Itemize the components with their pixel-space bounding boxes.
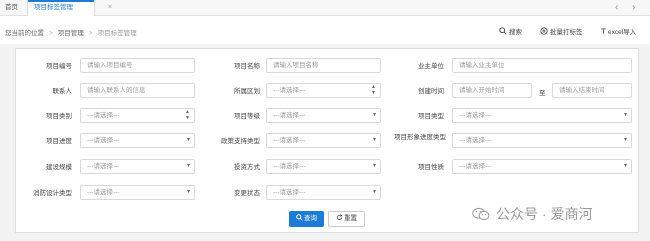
label-nature: 项目性质 (418, 164, 444, 171)
chevron-down-icon: ▾ (623, 137, 627, 143)
batch-tag-button[interactable]: 批量打标签 (540, 26, 583, 36)
tab-label: 项目标签管理 (34, 4, 73, 11)
scale-value: ---请选择--- (87, 163, 120, 170)
label-contact: 联系人 (52, 88, 73, 95)
region-select[interactable]: ---请选择--- ▲ ▼ (266, 83, 381, 98)
tab-bar (0, 0, 650, 16)
search-button-label: 搜索 (509, 29, 522, 36)
label-progress: 项目进度 (46, 138, 72, 145)
search-button[interactable]: 搜索 (499, 26, 522, 36)
tab-next-icon[interactable]: › (632, 2, 635, 14)
active-tab-indicator (28, 0, 94, 2)
reset-button-label: 重置 (344, 215, 357, 222)
scale-select[interactable]: ---请选择--- ▾ (80, 159, 195, 174)
breadcrumb-prefix: 您当前的位置 (5, 30, 44, 37)
tab-prev-icon[interactable]: ‹ (615, 2, 618, 14)
add-circle-icon (540, 27, 548, 35)
date-range-separator: 至 (539, 90, 546, 97)
level-value: ---请选择--- (273, 112, 306, 119)
nature-select[interactable]: ---请选择--- ▾ (452, 159, 632, 174)
label-created: 创建时间 (418, 88, 444, 95)
query-button-label: 查询 (304, 215, 317, 222)
excel-import-label: excel导入 (608, 29, 637, 36)
breadcrumb-current: 项目标签管理 (97, 30, 137, 37)
contact-input[interactable]: 请输入联系人的信息 (80, 83, 195, 98)
wechat-icon (472, 207, 490, 221)
category-select[interactable]: ---请选择--- ▲ ▼ (80, 108, 195, 123)
breadcrumb: 您当前的位置 > 项目管理 > 项目标签管理 (5, 27, 137, 37)
import-icon (601, 28, 606, 34)
label-fire: 消防设计类型 (33, 190, 72, 197)
type-select[interactable]: ---请选择--- ▾ (452, 108, 632, 123)
tab-project-tag-management[interactable]: 项目标签管理 × (27, 0, 112, 16)
project-no-input[interactable]: 请输入项目编号 (80, 58, 195, 73)
label-type: 项目类型 (418, 113, 444, 120)
invest-value: ---请选择--- (273, 163, 306, 170)
progress-value: ---请选择--- (87, 137, 120, 144)
progress-select[interactable]: ---请选择--- ▾ (80, 133, 195, 148)
created-start-input[interactable]: 请输入开始时间 (452, 83, 532, 98)
search-icon (499, 27, 507, 35)
breadcrumb-separator: > (88, 30, 93, 37)
label-project-no: 项目编号 (46, 63, 72, 70)
project-name-input[interactable]: 请输入项目名称 (266, 58, 381, 73)
label-region: 所属区划 (234, 88, 260, 95)
refresh-icon (336, 214, 343, 221)
change-value: ---请选择--- (273, 189, 306, 196)
label-invest: 投资方式 (234, 164, 260, 171)
watermark-text: 公众号 · 爱商河 (496, 206, 593, 222)
label-change: 变更状态 (234, 190, 260, 197)
watermark: 公众号 · 爱商河 (472, 204, 592, 224)
type-value: ---请选择--- (459, 112, 492, 119)
created-end-input[interactable]: 请输入结束时间 (552, 83, 632, 98)
change-select[interactable]: ---请选择--- ▾ (266, 185, 381, 200)
label-project-name: 项目名称 (234, 63, 260, 70)
category-value: ---请选择--- (87, 112, 120, 119)
owner-input[interactable]: 请输入业主单位 (452, 58, 632, 73)
search-icon (296, 214, 303, 221)
region-value: ---请选择--- (273, 87, 306, 94)
nature-value: ---请选择--- (459, 163, 492, 170)
reset-button[interactable]: 重置 (328, 211, 365, 227)
policy-select[interactable]: ---请选择--- ▾ (266, 133, 381, 148)
chevron-down-icon: ▾ (623, 112, 627, 118)
label-owner: 业主单位 (418, 63, 444, 70)
policy-value: ---请选择--- (273, 137, 306, 144)
level-select[interactable]: ---请选择--- ▾ (266, 108, 381, 123)
tab-home[interactable]: 首页 (5, 0, 18, 16)
chevron-down-icon: ▾ (372, 189, 376, 195)
fire-value: ---请选择--- (87, 189, 120, 196)
invest-select[interactable]: ---请选择--- ▾ (266, 159, 381, 174)
label-policy: 政策支持类型 (221, 138, 260, 145)
chevron-down-icon: ▾ (623, 163, 627, 169)
image-progress-select[interactable]: ---请选择--- ▾ (452, 133, 632, 148)
label-level: 项目等级 (234, 113, 260, 120)
image-progress-value: ---请选择--- (459, 137, 492, 144)
tab-close-icon[interactable]: × (108, 0, 112, 16)
query-button[interactable]: 查询 (289, 211, 324, 227)
excel-import-button[interactable]: excel导入 (600, 26, 636, 36)
label-image-progress: 项目形象进度类型 (394, 134, 446, 141)
breadcrumb-separator: > (49, 30, 53, 37)
fire-select[interactable]: ---请选择--- ▾ (80, 185, 195, 200)
breadcrumb-item-project-management[interactable]: 项目管理 (58, 30, 84, 37)
batch-tag-label: 批量打标签 (550, 29, 583, 36)
label-scale: 建设规模 (46, 164, 72, 171)
label-category: 项目类别 (46, 113, 72, 120)
